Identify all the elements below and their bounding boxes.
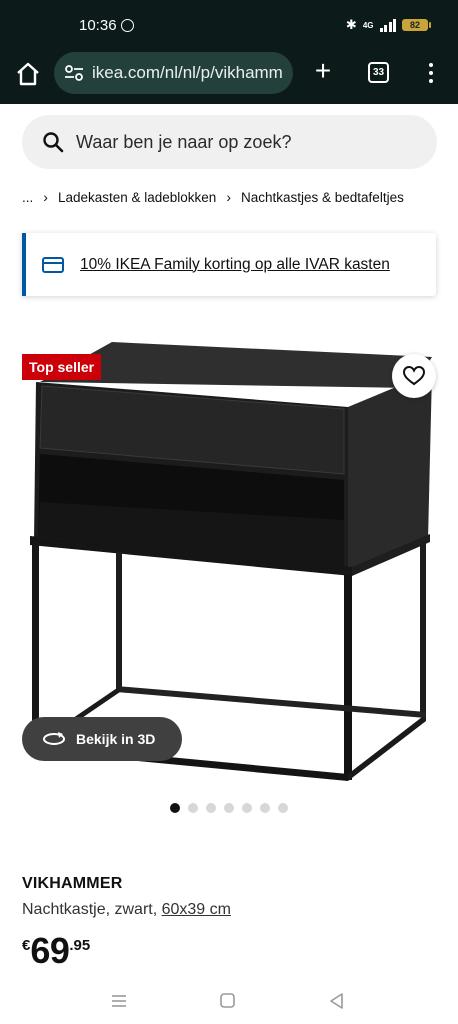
- recents-icon[interactable]: [110, 992, 128, 1010]
- family-promo-banner[interactable]: 10% IKEA Family korting op alle IVAR kas…: [22, 233, 436, 296]
- plus-icon[interactable]: +: [310, 57, 336, 85]
- breadcrumb-item-ladekasten[interactable]: Ladekasten & ladeblokken: [58, 190, 216, 205]
- heart-icon: [403, 366, 425, 386]
- price-decimal: .95: [69, 937, 91, 954]
- chevron-right-icon: ›: [43, 189, 48, 205]
- system-nav-bar: [0, 980, 458, 1024]
- chevron-right-icon: ›: [226, 189, 231, 205]
- status-bar: 10:36 ✱ 4G 82: [0, 0, 458, 52]
- promo-link[interactable]: 10% IKEA Family korting op alle IVAR kas…: [80, 256, 390, 274]
- product-type: Nachtkastje, zwart,: [22, 901, 158, 918]
- system-header: 10:36 ✱ 4G 82 ikea.com/nl/nl/p/vikhamm +…: [0, 0, 458, 104]
- home-icon[interactable]: [14, 60, 42, 88]
- bluetooth-icon: ✱: [345, 17, 357, 32]
- carousel-dot[interactable]: [206, 803, 216, 813]
- size-link[interactable]: 60x39 cm: [162, 901, 231, 918]
- more-icon[interactable]: [426, 60, 436, 86]
- price-integer: 69: [30, 930, 70, 971]
- search-icon: [43, 132, 64, 153]
- home-nav-icon[interactable]: [219, 992, 237, 1010]
- product-name: VIKHAMMER: [22, 875, 123, 892]
- breadcrumb-item-nachtkastjes[interactable]: Nachtkastjes & bedtafeltjes: [241, 190, 404, 205]
- battery-icon: 82: [402, 19, 431, 31]
- view-3d-label: Bekijk in 3D: [76, 731, 156, 747]
- url-bar[interactable]: ikea.com/nl/nl/p/vikhamm: [54, 52, 293, 94]
- browser-toolbar: ikea.com/nl/nl/p/vikhamm + 33: [0, 52, 458, 104]
- carousel-dot[interactable]: [242, 803, 252, 813]
- product-price: € 69 .95: [22, 931, 90, 971]
- top-seller-badge: Top seller: [22, 354, 102, 380]
- site-settings-icon[interactable]: [64, 64, 84, 82]
- search-input[interactable]: Waar ben je naar op zoek?: [22, 115, 437, 169]
- breadcrumb-ellipsis[interactable]: ...: [22, 190, 33, 205]
- carousel-dot[interactable]: [224, 803, 234, 813]
- signal-icon: [379, 18, 396, 32]
- breadcrumb: ... › Ladekasten & ladeblokken › Nachtka…: [22, 188, 404, 206]
- network-type: 4G: [362, 20, 374, 30]
- rotate-3d-icon: [43, 732, 65, 745]
- back-icon[interactable]: [328, 992, 346, 1010]
- carousel-dot[interactable]: [170, 803, 180, 813]
- carousel-dot[interactable]: [260, 803, 270, 813]
- price-currency: €: [22, 937, 31, 954]
- product-description: Nachtkastje, zwart, 60x39 cm: [22, 901, 231, 919]
- url-text: ikea.com/nl/nl/p/vikhamm: [92, 63, 283, 82]
- carousel-dot[interactable]: [188, 803, 198, 813]
- search-placeholder: Waar ben je naar op zoek?: [76, 131, 292, 152]
- favorite-button[interactable]: [392, 354, 436, 398]
- card-icon: [42, 256, 64, 273]
- carousel-dot[interactable]: [278, 803, 288, 813]
- image-carousel-dots[interactable]: [170, 803, 288, 813]
- whatsapp-icon: [121, 19, 134, 32]
- status-icons: ✱ 4G 82: [345, 17, 431, 33]
- status-time: 10:36: [79, 17, 117, 34]
- tabs-icon[interactable]: 33: [368, 62, 389, 83]
- view-3d-button[interactable]: Bekijk in 3D: [22, 717, 182, 761]
